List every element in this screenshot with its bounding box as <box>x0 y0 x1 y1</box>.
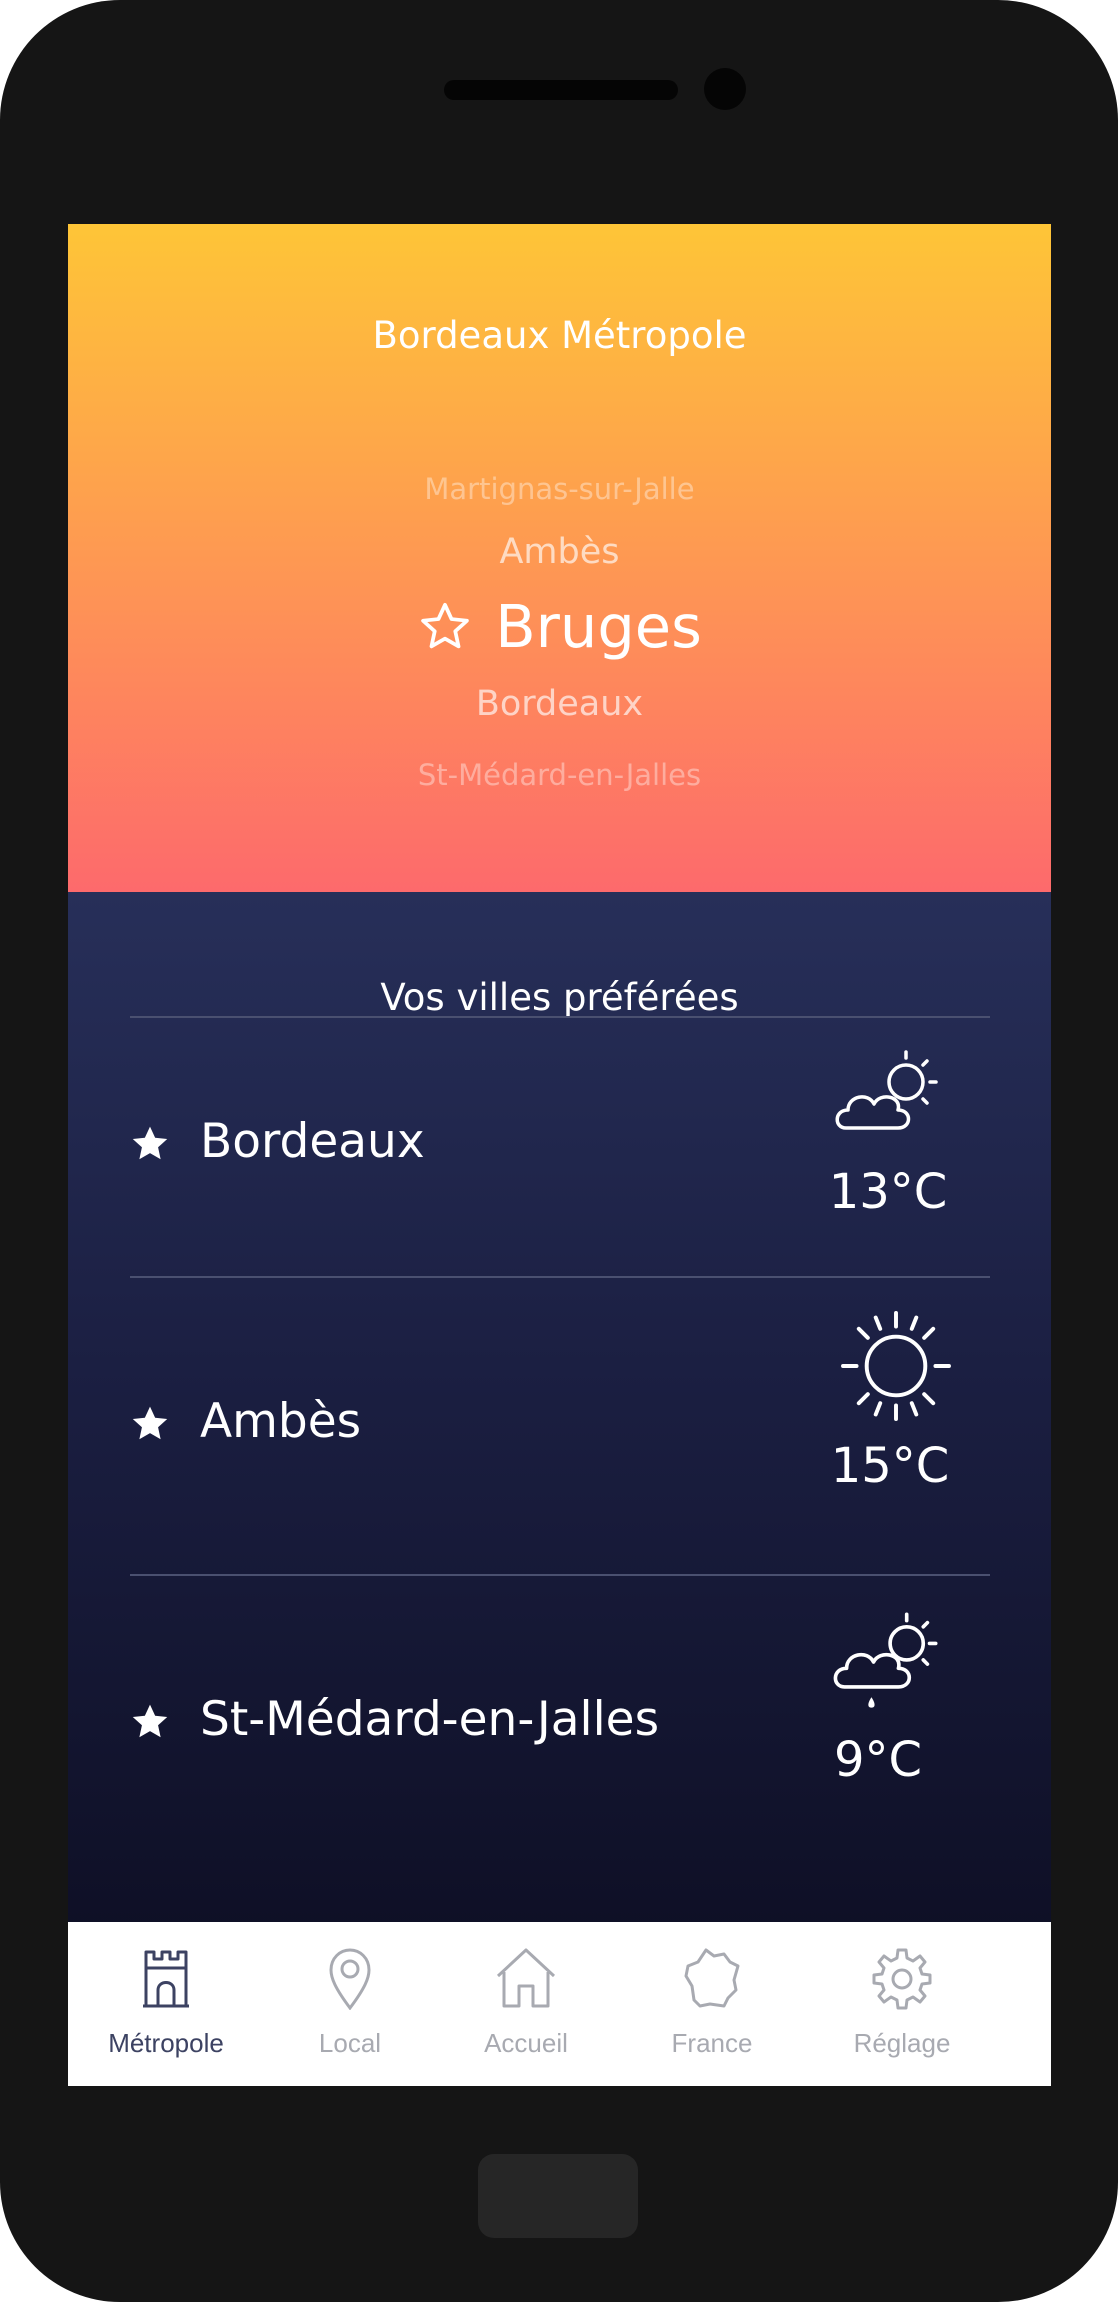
phone-frame: Bordeaux Métropole Martignas-sur-Jalle A… <box>0 0 1118 2302</box>
location-pin-icon <box>329 1948 371 2010</box>
picker-item-st-medard[interactable]: St-Médard-en-Jalles <box>68 758 1051 792</box>
star-filled-icon[interactable] <box>128 1402 172 1446</box>
favorite-row-st-medard[interactable]: St-Médard-en-Jalles 9°C <box>68 1576 1051 1862</box>
favorite-city-name: St-Médard-en-Jalles <box>200 1692 660 1747</box>
star-filled-icon[interactable] <box>128 1122 172 1166</box>
favorites-panel: Vos villes préférées Bordeaux 13°C Ambès… <box>68 892 1051 1946</box>
star-filled-icon[interactable] <box>128 1700 172 1744</box>
favorite-row-bordeaux[interactable]: Bordeaux 13°C <box>68 1018 1051 1276</box>
nav-tab-accueil[interactable]: Accueil <box>428 1922 624 2086</box>
city-picker-panel: Bordeaux Métropole Martignas-sur-Jalle A… <box>68 224 1051 892</box>
nav-tab-reglage[interactable]: Réglage <box>804 1922 1000 2086</box>
selected-city-name: Bruges <box>495 592 702 661</box>
france-map-icon <box>684 1948 740 2008</box>
nav-tab-metropole[interactable]: Métropole <box>68 1922 264 2086</box>
picker-item-martignas[interactable]: Martignas-sur-Jalle <box>68 472 1051 506</box>
favorite-temperature: 15°C <box>830 1438 950 1494</box>
picker-item-ambes[interactable]: Ambès <box>68 532 1051 572</box>
nav-tab-local[interactable]: Local <box>252 1922 448 2086</box>
favorite-city-name: Ambès <box>200 1394 362 1449</box>
nav-label: Métropole <box>108 2028 224 2058</box>
star-outline-icon[interactable] <box>417 599 473 655</box>
favorite-temperature: 13°C <box>828 1164 948 1220</box>
nav-label: Local <box>318 2028 382 2058</box>
favorite-temperature: 9°C <box>833 1732 923 1788</box>
nav-tab-france[interactable]: France <box>614 1922 810 2086</box>
home-button[interactable] <box>478 2154 638 2238</box>
favorite-city-name: Bordeaux <box>200 1114 425 1169</box>
nav-label: France <box>671 2028 753 2058</box>
metropole-title: Bordeaux Métropole <box>372 314 747 357</box>
sunny-icon <box>841 1311 951 1421</box>
favorites-title: Vos villes préférées <box>380 976 739 1019</box>
speaker-grille <box>444 80 678 100</box>
cloud-sun-rain-icon <box>833 1612 938 1708</box>
favorite-row-ambes[interactable]: Ambès 15°C <box>68 1278 1051 1574</box>
front-camera <box>704 68 746 110</box>
home-icon <box>496 1948 556 2008</box>
picker-item-bordeaux[interactable]: Bordeaux <box>68 684 1051 724</box>
nav-label: Réglage <box>853 2028 951 2058</box>
picker-item-selected[interactable]: Bruges <box>68 592 1051 668</box>
nav-label: Accueil <box>484 2028 568 2058</box>
app-screen: Bordeaux Métropole Martignas-sur-Jalle A… <box>68 224 1051 2086</box>
partly-cloudy-icon <box>835 1050 938 1130</box>
gear-icon <box>872 1948 932 2010</box>
bottom-nav: Métropole Local Accueil France Réglage <box>68 1922 1051 2086</box>
castle-tower-icon <box>143 1950 189 2008</box>
